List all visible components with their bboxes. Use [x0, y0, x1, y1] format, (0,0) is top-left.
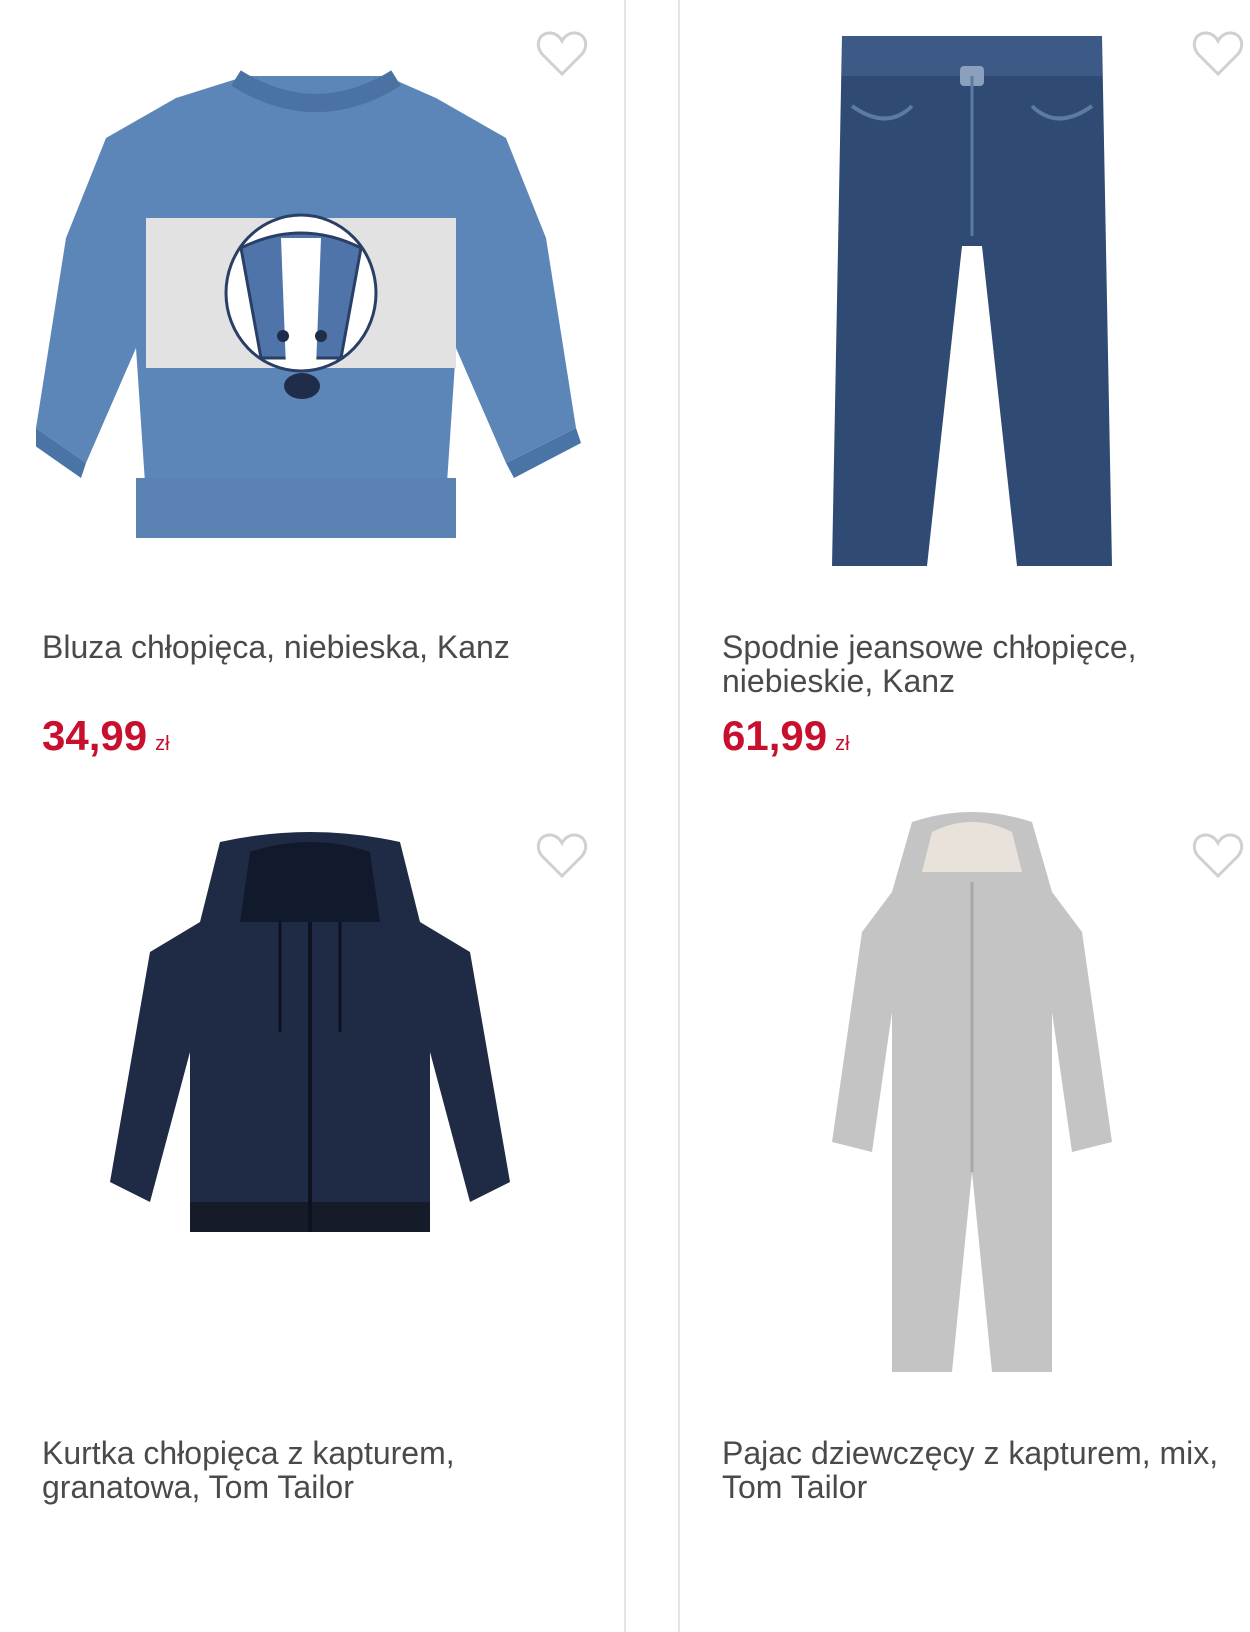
- price-currency: zł: [155, 733, 170, 755]
- product-price: 34,99 zł: [42, 712, 170, 768]
- favorite-button[interactable]: [1192, 30, 1244, 78]
- product-title[interactable]: Pajac dziewczęcy z kapturem, mix, Tom Ta…: [722, 1436, 1250, 1504]
- price-currency: zł: [835, 733, 850, 755]
- product-price: [722, 1542, 730, 1598]
- heart-outline-icon: [536, 833, 588, 879]
- product-price: 61,99 zł: [722, 712, 850, 768]
- product-card[interactable]: Pajac dziewczęcy z kapturem, mix, Tom Ta…: [678, 802, 1250, 1632]
- favorite-button[interactable]: [536, 30, 588, 78]
- product-title[interactable]: Bluza chłopięca, niebieska, Kanz: [42, 630, 602, 664]
- product-image[interactable]: [0, 802, 624, 1412]
- favorite-button[interactable]: [1192, 832, 1244, 880]
- product-card[interactable]: Spodnie jeansowe chłopięce, niebieskie, …: [678, 0, 1250, 804]
- product-card[interactable]: Kurtka chłopięca z kapturem, granatowa, …: [0, 802, 626, 1632]
- product-image[interactable]: [680, 802, 1250, 1412]
- price-value: 61,99: [722, 712, 828, 759]
- favorite-button[interactable]: [536, 832, 588, 880]
- product-card[interactable]: Bluza chłopięca, niebieska, Kanz 34,99 zł: [0, 0, 626, 804]
- jeans-icon: [832, 36, 1112, 566]
- sweatshirt-badger-icon: [36, 70, 581, 538]
- hooded-onesie-icon: [832, 812, 1112, 1372]
- heart-outline-icon: [1192, 31, 1244, 77]
- price-value: 34,99: [42, 712, 148, 759]
- product-title[interactable]: Spodnie jeansowe chłopięce, niebieskie, …: [722, 630, 1250, 698]
- product-title[interactable]: Kurtka chłopięca z kapturem, granatowa, …: [42, 1436, 602, 1504]
- product-price: [42, 1542, 50, 1598]
- heart-outline-icon: [1192, 833, 1244, 879]
- heart-outline-icon: [536, 31, 588, 77]
- product-image[interactable]: [0, 0, 624, 610]
- hooded-jacket-icon: [110, 832, 510, 1232]
- product-image[interactable]: [680, 0, 1250, 610]
